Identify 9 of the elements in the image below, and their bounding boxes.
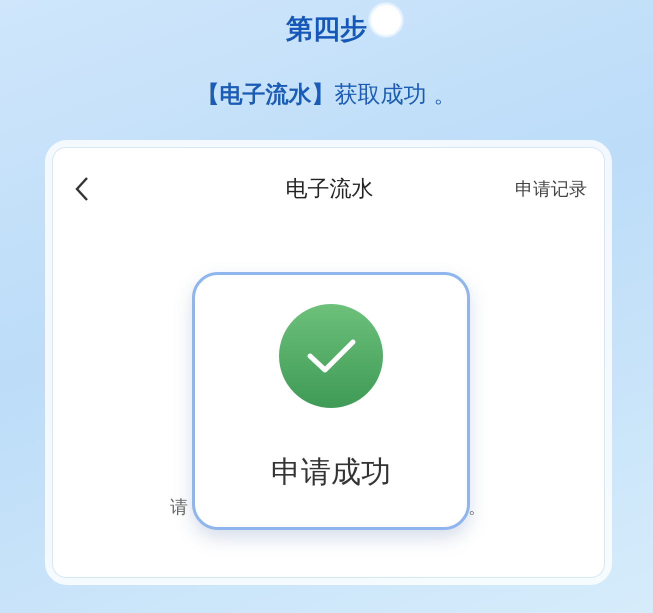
- check-circle-icon: [279, 304, 383, 408]
- step-title: 第四步: [286, 13, 367, 47]
- records-link[interactable]: 申请记录: [515, 177, 587, 201]
- screen-title: 电子流水: [286, 176, 374, 204]
- hint-text-end: 。: [468, 496, 486, 519]
- glow-decoration: [368, 2, 404, 38]
- hint-text: 请: [170, 496, 188, 519]
- step-subtitle: 【电子流水】获取成功 。: [196, 81, 457, 110]
- success-message: 申请成功: [271, 454, 391, 492]
